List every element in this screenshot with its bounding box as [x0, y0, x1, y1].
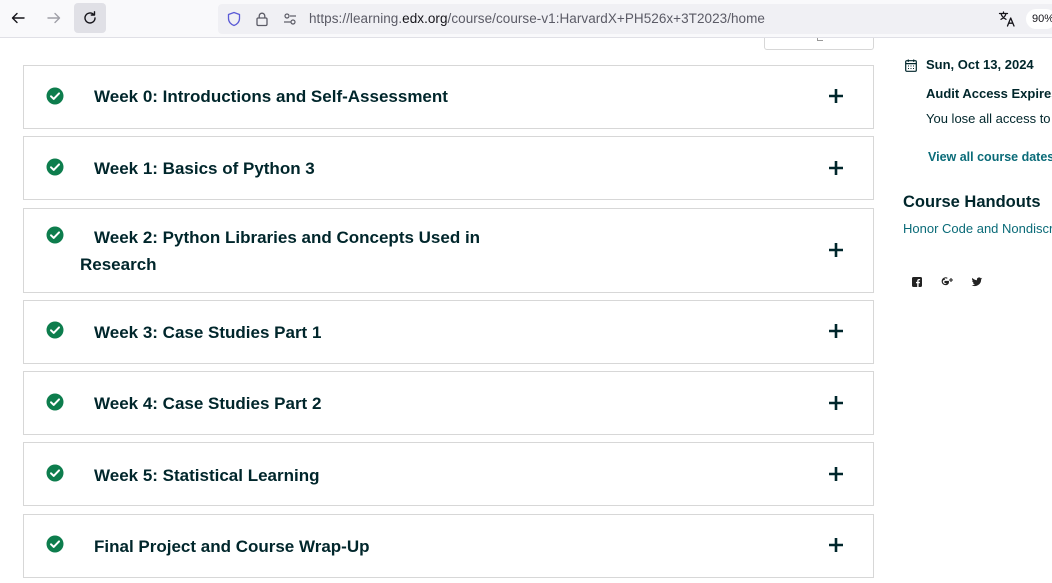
section-title[interactable]: Week 3: Case Studies Part 1	[94, 319, 321, 346]
outline-section[interactable]: Week 1: Basics of Python 3	[23, 136, 874, 200]
plus-icon[interactable]	[827, 394, 845, 412]
back-arrow-icon	[11, 12, 25, 24]
section-title[interactable]: Week 5: Statistical Learning	[94, 462, 319, 489]
view-all-dates-link[interactable]: View all course dates	[928, 150, 1052, 164]
plus-icon[interactable]	[827, 322, 845, 340]
date-event-description: You lose all access to	[926, 111, 1051, 126]
plus-icon[interactable]	[827, 465, 845, 483]
outline-section[interactable]: Week 2: Python Libraries and Concepts Us…	[23, 208, 874, 293]
calendar-icon	[905, 59, 917, 72]
plus-icon[interactable]	[827, 536, 845, 554]
lock-icon[interactable]	[254, 11, 270, 27]
check-circle-icon	[46, 464, 64, 482]
plus-icon[interactable]	[827, 159, 845, 177]
url-prefix: https://learning.	[309, 11, 403, 26]
check-circle-icon	[46, 393, 64, 411]
check-circle-icon	[46, 321, 64, 339]
url-bar[interactable]: https://learning.edx.org/course/course-v…	[218, 4, 1052, 34]
url-domain: edx.org	[402, 11, 448, 26]
permissions-icon[interactable]	[282, 11, 298, 27]
reload-button[interactable]	[74, 3, 106, 33]
handouts-link[interactable]: Honor Code and Nondiscrimination	[903, 221, 1052, 236]
facebook-icon[interactable]	[910, 275, 924, 289]
outline-section[interactable]: Week 5: Statistical Learning	[23, 442, 874, 506]
check-circle-icon	[46, 535, 64, 553]
date-event-title: Audit Access Expires	[926, 86, 1052, 101]
back-button[interactable]	[2, 3, 34, 33]
forward-button[interactable]	[38, 3, 70, 33]
translate-icon[interactable]	[998, 10, 1016, 28]
browser-toolbar: https://learning.edx.org/course/course-v…	[0, 0, 1052, 38]
plus-icon[interactable]	[827, 87, 845, 105]
forward-arrow-icon	[47, 12, 61, 24]
button-glyph	[817, 38, 823, 41]
shield-icon[interactable]	[226, 11, 242, 27]
plus-icon[interactable]	[827, 241, 845, 259]
outline-section[interactable]: Week 4: Case Studies Part 2	[23, 371, 874, 435]
section-title[interactable]: Week 0: Introductions and Self-Assessmen…	[94, 83, 448, 110]
outline-section[interactable]: Final Project and Course Wrap-Up	[23, 514, 874, 578]
section-title[interactable]: Week 2: Python Libraries and Concepts Us…	[80, 224, 500, 278]
expand-all-button[interactable]	[764, 38, 874, 50]
url-text[interactable]: https://learning.edx.org/course/course-v…	[309, 11, 765, 26]
reload-icon	[84, 11, 96, 24]
section-title[interactable]: Week 1: Basics of Python 3	[94, 155, 315, 182]
twitter-icon[interactable]	[970, 275, 984, 289]
check-circle-icon	[46, 87, 64, 105]
url-path: /course/course-v1:HarvardX+PH526x+3T2023…	[447, 11, 765, 26]
outline-section[interactable]: Week 3: Case Studies Part 1	[23, 300, 874, 364]
google-plus-icon[interactable]	[940, 275, 954, 289]
section-title[interactable]: Week 4: Case Studies Part 2	[94, 390, 321, 417]
zoom-level-badge[interactable]: 90%	[1026, 9, 1052, 29]
course-sidebar: Sun, Oct 13, 2024 Audit Access Expires Y…	[903, 38, 1052, 583]
section-title[interactable]: Final Project and Course Wrap-Up	[94, 533, 370, 560]
handouts-heading: Course Handouts	[903, 193, 1041, 211]
check-circle-icon	[46, 158, 64, 176]
outline-section[interactable]: Week 0: Introductions and Self-Assessmen…	[23, 65, 874, 129]
important-date: Sun, Oct 13, 2024	[926, 57, 1034, 72]
check-circle-icon	[46, 226, 64, 244]
